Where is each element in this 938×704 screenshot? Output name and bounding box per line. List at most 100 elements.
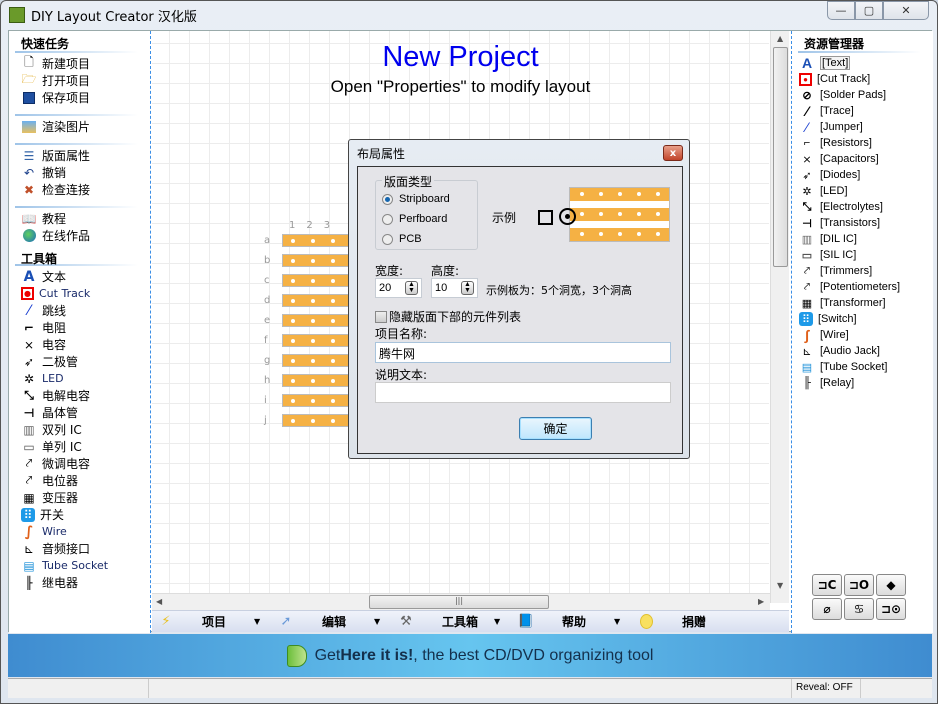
- radio-pcb[interactable]: PCB: [382, 233, 422, 245]
- dropdown-arrow-icon[interactable]: ▼: [254, 617, 260, 626]
- toolbox-item[interactable]: ⁄ 跳线: [9, 302, 150, 319]
- maximize-button[interactable]: ▢: [855, 1, 883, 20]
- connect-dot-button[interactable]: ⊐⊙: [876, 598, 906, 620]
- dialog-close-button[interactable]: x: [663, 145, 683, 161]
- height-spinner[interactable]: 10 ▲ ▼: [431, 278, 478, 298]
- radio-button[interactable]: [382, 233, 393, 245]
- explorer-item[interactable]: ✲ [LED]: [792, 183, 933, 199]
- task-check-connections[interactable]: ✖ 检查连接: [9, 181, 150, 198]
- menu-edit[interactable]: ➚ 编辑 ▼: [272, 611, 392, 633]
- connect-right-button[interactable]: ⊐O: [844, 574, 874, 596]
- menu-donate[interactable]: 捐赠: [632, 611, 752, 633]
- scroll-up-arrow[interactable]: ▲: [777, 34, 783, 43]
- ad-banner[interactable]: Get Here it is!, the best CD/DVD organiz…: [8, 634, 932, 677]
- dropdown-arrow-icon[interactable]: ▼: [494, 617, 500, 626]
- diamond-button[interactable]: ◆: [876, 574, 906, 596]
- task-board-properties[interactable]: ☰ 版面属性: [9, 147, 150, 164]
- horizontal-scrollbar[interactable]: ◀ ||| ▶: [152, 593, 770, 610]
- hole: [331, 279, 335, 283]
- menu-project[interactable]: ⚡ 项目 ▼: [152, 611, 272, 633]
- toolbox-item[interactable]: ⌐ 电阻: [9, 319, 150, 336]
- vertical-scroll-thumb[interactable]: [773, 47, 788, 267]
- dropdown-arrow-icon[interactable]: ▼: [374, 617, 380, 626]
- explorer-item[interactable]: ● [Cut Track]: [792, 71, 933, 87]
- explorer-item[interactable]: ⁄ [Jumper]: [792, 119, 933, 135]
- explorer-item[interactable]: ⁄ [Trace]: [792, 103, 933, 119]
- radio-stripboard[interactable]: Stripboard: [382, 193, 450, 205]
- hide-button[interactable]: ⌀: [812, 598, 842, 620]
- explorer-item[interactable]: ⤡ [Electrolytes]: [792, 199, 933, 215]
- toolbox-item[interactable]: ▭ 单列 IC: [9, 438, 150, 455]
- explorer-item[interactable]: ▭ [SIL IC]: [792, 247, 933, 263]
- toolbox-item[interactable]: A 文本: [9, 268, 150, 285]
- checkbox[interactable]: [375, 310, 387, 323]
- toolbox-item[interactable]: ⤤ 电位器: [9, 472, 150, 489]
- link-button[interactable]: ♋: [844, 598, 874, 620]
- spinner-arrows-icon[interactable]: ▲ ▼: [461, 281, 474, 295]
- explorer-item-label: [Cut Track]: [817, 73, 871, 85]
- switch-icon: ⠿: [799, 312, 813, 326]
- dropdown-arrow-icon[interactable]: ▼: [614, 617, 620, 626]
- spinner-arrows-icon[interactable]: ▲ ▼: [405, 281, 418, 295]
- toolbox-item[interactable]: ⤡ 电解电容: [9, 387, 150, 404]
- explorer-item[interactable]: ⨯ [Capacitors]: [792, 151, 933, 167]
- explorer-item[interactable]: ▦ [Transformer]: [792, 295, 933, 311]
- toolbox-item[interactable]: ✲ LED: [9, 370, 150, 387]
- toolbox-item[interactable]: ∫ Wire: [9, 523, 150, 540]
- explorer-item-label: [Solder Pads]: [820, 89, 887, 101]
- menu-help[interactable]: 📘 帮助 ▼: [512, 611, 632, 633]
- explorer-item[interactable]: ⊾ [Audio Jack]: [792, 343, 933, 359]
- toolbox-item[interactable]: ▥ 双列 IC: [9, 421, 150, 438]
- connect-left-button[interactable]: ⊐C: [812, 574, 842, 596]
- task-undo[interactable]: ↶ 撤销: [9, 164, 150, 181]
- toolbox-item[interactable]: ▤ Tube Socket: [9, 557, 150, 574]
- explorer-item[interactable]: ╟ [Relay]: [792, 375, 933, 391]
- undo-icon: ↶: [23, 165, 35, 180]
- task-online-gallery[interactable]: 在线作品: [9, 227, 150, 244]
- explorer-item[interactable]: ⊣ [Transistors]: [792, 215, 933, 231]
- radio-button[interactable]: [382, 193, 393, 205]
- close-button[interactable]: ✕: [883, 1, 929, 20]
- explorer-item[interactable]: ▤ [Tube Socket]: [792, 359, 933, 375]
- task-render-image[interactable]: 渲染图片: [9, 118, 150, 135]
- hole: [311, 379, 315, 383]
- scroll-left-arrow[interactable]: ◀: [156, 597, 162, 606]
- explorer-item[interactable]: A [Text]: [792, 55, 933, 71]
- vertical-scrollbar[interactable]: ▲ ▼: [770, 31, 789, 603]
- ok-button[interactable]: 确定: [519, 417, 592, 440]
- explorer-item[interactable]: ⠿ [Switch]: [792, 311, 933, 327]
- explorer-item[interactable]: ➶ [Diodes]: [792, 167, 933, 183]
- menu-toolbox[interactable]: ⚒ 工具箱 ▼: [392, 611, 512, 633]
- horizontal-scroll-thumb[interactable]: |||: [369, 595, 549, 609]
- explorer-item[interactable]: ⤤ [Trimmers]: [792, 263, 933, 279]
- hide-parts-checkbox[interactable]: 隐藏版面下部的元件列表: [375, 308, 521, 325]
- explorer-item[interactable]: ∫ [Wire]: [792, 327, 933, 343]
- task-save-project[interactable]: 保存项目: [9, 89, 150, 106]
- scroll-down-arrow[interactable]: ▼: [777, 581, 783, 590]
- toolbox-item[interactable]: ▦ 变压器: [9, 489, 150, 506]
- explorer-item[interactable]: ⤤ [Potentiometers]: [792, 279, 933, 295]
- toolbox-item[interactable]: ⤤ 微调电容: [9, 455, 150, 472]
- scroll-right-arrow[interactable]: ▶: [758, 597, 764, 606]
- hole: [331, 239, 335, 243]
- width-spinner[interactable]: 20 ▲ ▼: [375, 278, 422, 298]
- toolbox-item[interactable]: ⠿ 开关: [9, 506, 150, 523]
- radio-button[interactable]: [382, 213, 393, 225]
- task-open-project[interactable]: 🗁 打开项目: [9, 72, 150, 89]
- toolbox-item[interactable]: ╟ 继电器: [9, 574, 150, 591]
- hole: [311, 279, 315, 283]
- toolbox-item[interactable]: ● Cut Track: [9, 285, 150, 302]
- toolbox-item[interactable]: ⊾ 音频接口: [9, 540, 150, 557]
- toolbox-item[interactable]: ➶ 二极管: [9, 353, 150, 370]
- minimize-button[interactable]: —: [827, 1, 855, 20]
- task-label: 保存项目: [42, 91, 91, 105]
- description-input[interactable]: [375, 382, 671, 403]
- explorer-item[interactable]: ▥ [DIL IC]: [792, 231, 933, 247]
- explorer-item[interactable]: ⊘ [Solder Pads]: [792, 87, 933, 103]
- toolbox-item[interactable]: ⊣ 晶体管: [9, 404, 150, 421]
- radio-perfboard[interactable]: Perfboard: [382, 213, 447, 225]
- explorer-item[interactable]: ⌐ [Resistors]: [792, 135, 933, 151]
- project-name-input[interactable]: 腾牛网: [375, 342, 671, 363]
- toolbox-item[interactable]: ⨯ 电容: [9, 336, 150, 353]
- task-tutorial[interactable]: 📖 教程: [9, 210, 150, 227]
